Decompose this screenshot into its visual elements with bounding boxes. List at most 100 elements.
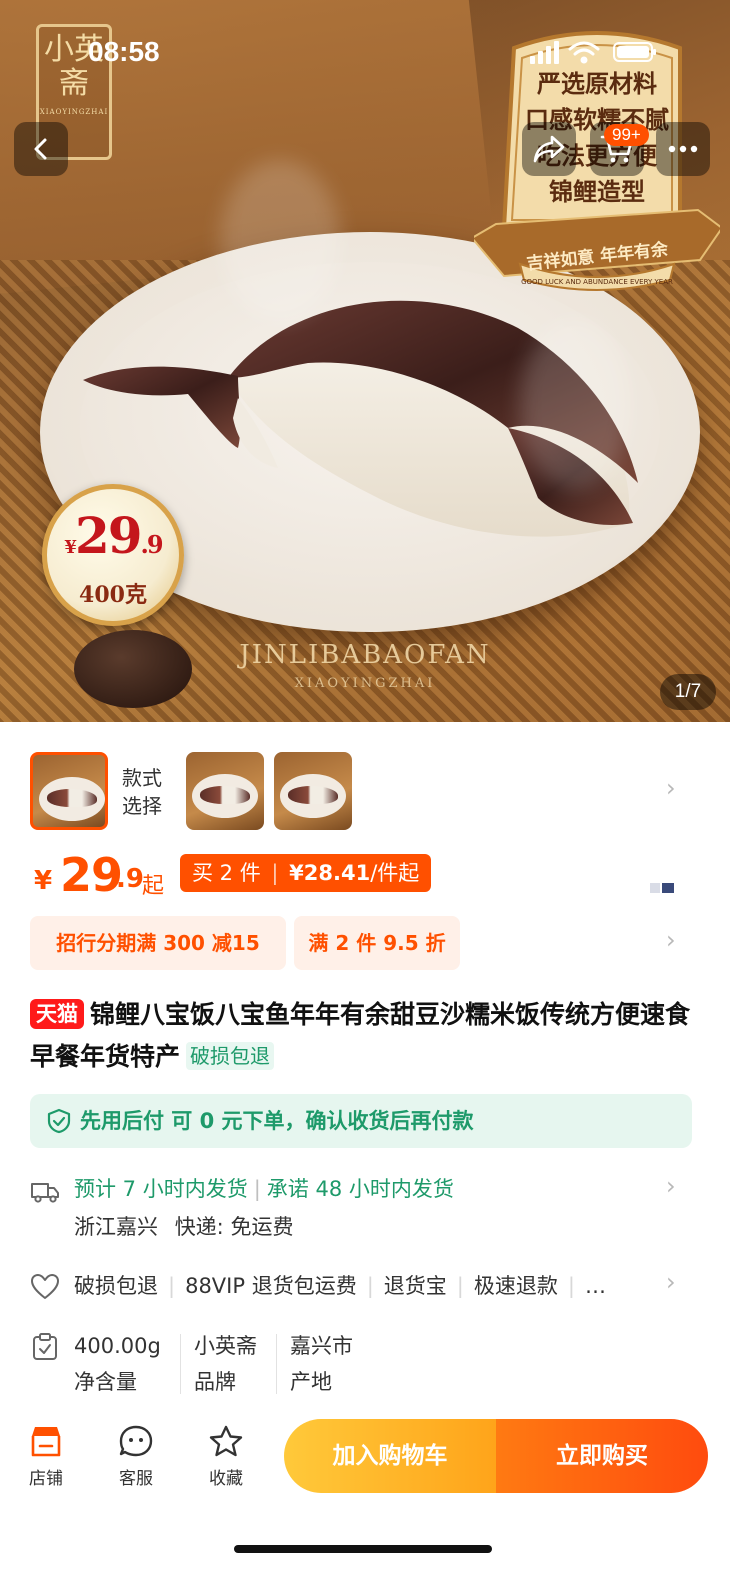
store-button[interactable]: 店铺 [16,1424,76,1489]
image-page-indicator: 1/7 [660,674,716,710]
variant-thumb[interactable] [30,752,108,830]
shipping-estimate-text: 预计 7 小时内发货 [74,1177,248,1201]
store-icon [31,1427,61,1457]
price-seal-yen: ¥ [64,537,76,558]
pay-later-text: 先用后付 可 0 元下单，确认收货后再付款 [80,1109,474,1133]
express-value: 免运费 [230,1215,294,1239]
back-button[interactable] [14,122,68,176]
add-to-cart-button[interactable]: 加入购物车 [284,1419,496,1493]
service-item: 极速退款 [473,1274,558,1298]
price-seal-dec: .9 [140,530,164,559]
price-seal-amount: ¥29.9 [47,511,179,573]
chat-bubble-icon [119,1425,153,1457]
wifi-icon [568,41,600,64]
variant-selector[interactable]: 款式 选择 › [30,752,700,832]
damage-refund-tag: 破损包退 [186,1042,275,1070]
spec-label: 净含量 [74,1370,137,1394]
variant-label: 款式 选择 [122,764,162,820]
battery-icon [613,42,656,62]
image-watermark-sub: XIAOYINGZHAI [294,676,436,691]
spec-value: 400.00g [74,1334,161,1358]
clipboard-check-icon [33,1333,57,1360]
separator: | [567,1274,575,1298]
promo-price: ¥28.41 [289,861,371,885]
favorite-label: 收藏 [209,1469,243,1489]
price-seal-weight: 400克 [79,582,147,608]
coupon-installment[interactable]: 招行分期满 300 减15 [30,916,286,970]
star-icon [209,1425,243,1457]
service-item: 破损包退 [74,1274,158,1298]
separator: | [253,1177,261,1201]
steam [520,320,630,490]
spec-net-weight: 400.00g 净含量 [74,1328,161,1400]
price-currency: ¥ [34,866,53,896]
price-seal: ¥29.9 400克 [42,484,184,626]
chevron-left-icon [34,138,47,160]
status-icons [530,41,656,64]
variant-thumb[interactable] [186,752,264,830]
shipping-estimate: 预计 7 小时内发货 | 承诺 48 小时内发货 [74,1172,454,1206]
product-image-carousel[interactable]: 小英斋 XIAOYINGZHAI 严选原材料 口感软糯不腻 吃法更方便 锦鲤造型… [0,0,730,722]
service-more: … [584,1274,606,1298]
thumb-fish [288,786,338,804]
variant-thumb[interactable] [274,752,352,830]
divider [180,1334,181,1394]
promo-unit: /件起 [370,861,420,885]
home-indicator [234,1545,492,1553]
shield-check-icon [47,1108,71,1134]
variant-label-line2: 选择 [122,794,162,818]
tmall-badge: 天猫 [30,999,84,1029]
thumb-fish [47,789,97,807]
spec-value: 嘉兴市 [290,1334,353,1358]
service-item: 88VIP 退货包运费 [185,1274,357,1298]
logo-sub: XIAOYINGZHAI [39,108,109,116]
divider [276,1334,277,1394]
express-label: 快递: [174,1215,224,1239]
chevron-right-icon[interactable]: › [666,926,676,954]
coupon-multi-buy[interactable]: 满 2 件 9.5 折 [294,916,460,970]
badge-line-4: 锦鲤造型 [549,177,645,206]
spec-brand: 小英斋 品牌 [194,1328,257,1400]
variant-label-line1: 款式 [122,766,162,790]
spec-label: 品牌 [194,1370,236,1394]
image-watermark: JINLIBABAOFAN [239,640,491,670]
price-seal-int: 29 [74,506,143,565]
price-row: ¥ 29 .9 起 买 2 件 | ¥28.41/件起 [34,848,694,902]
truck-icon [31,1183,59,1203]
specs-row[interactable]: 400.00g 净含量 小英斋 品牌 嘉兴市 产地 [30,1328,700,1404]
steam [220,160,340,320]
separator: | [366,1274,374,1298]
pay-later-banner[interactable]: 先用后付 可 0 元下单，确认收货后再付款 [30,1094,692,1148]
multi-buy-promo-tag[interactable]: 买 2 件 | ¥28.41/件起 [180,854,432,892]
price-suffix: 起 [142,874,165,899]
spec-label: 产地 [290,1370,332,1394]
store-label: 店铺 [29,1469,63,1489]
favorite-button[interactable]: 收藏 [196,1424,256,1489]
promo-separator: | [271,861,279,885]
separator: | [168,1274,176,1298]
more-button[interactable] [656,122,710,176]
chevron-right-icon: › [666,774,676,802]
shipping-row[interactable]: 预计 7 小时内发货 | 承诺 48 小时内发货 浙江嘉兴 快递: 免运费 › [30,1172,700,1252]
cart-count-badge: 99+ [604,124,649,146]
more-icon [668,145,698,153]
chevron-right-icon: › [666,1172,676,1200]
badge-ribbon-sub: GOOD LUCK AND ABUNDANCE EVERY YEAR [521,278,673,286]
share-icon [533,135,565,163]
heart-icon [31,1274,59,1299]
buy-now-button[interactable]: 立即购买 [496,1419,708,1493]
price-integer: 29 [60,848,123,902]
spec-origin: 嘉兴市 产地 [290,1328,353,1400]
chevron-right-icon: › [666,1268,676,1296]
customer-service-button[interactable]: 客服 [106,1424,166,1489]
share-button[interactable] [522,122,576,176]
service-item: 退货宝 [383,1274,447,1298]
signal-icon [530,41,559,64]
shipping-promise-text: 承诺 48 小时内发货 [266,1177,454,1201]
shipping-origin-text: 浙江嘉兴 [74,1215,158,1239]
services-row[interactable]: 破损包退 | 88VIP 退货包运费 | 退货宝 | 极速退款 | … › [30,1268,700,1308]
spec-value: 小英斋 [194,1334,257,1358]
status-time: 08:58 [88,36,160,67]
separator: | [456,1274,464,1298]
promo-qty: 买 2 件 [192,861,261,885]
